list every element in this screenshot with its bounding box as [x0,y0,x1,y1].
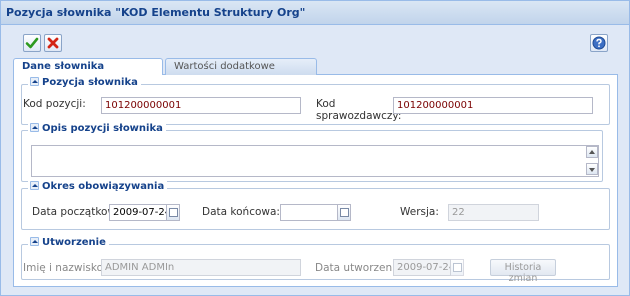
fieldset-legend-pozycja[interactable]: Pozycja słownika [28,77,141,88]
collapse-icon[interactable] [30,181,39,190]
legend-label: Opis pozycji słownika [42,123,163,134]
close-icon [47,37,59,49]
wersja-label: Wersja: [400,206,439,218]
collapse-icon[interactable] [30,77,39,86]
fieldset-legend-opis[interactable]: Opis pozycji słownika [28,123,166,134]
fieldset-legend-okres[interactable]: Okres obowiązywania [28,181,168,192]
data-koncowa-input[interactable] [280,204,338,221]
imie-nazwisko-input: ADMIN ADMIn [101,259,301,276]
opis-textarea[interactable] [31,145,599,177]
data-utworzenia-input: 2009-07-24 [393,259,451,276]
legend-label: Pozycja słownika [42,77,138,88]
kod-sprawozdawczy-label-line2: sprawozdawczy: [316,110,402,122]
scroll-up-icon[interactable] [586,146,598,158]
tab-panel: Pozycja słownika Kod pozycji: 1012000000… [13,75,618,287]
kod-pozycji-input[interactable]: 101200000001 [101,97,301,114]
scroll-down-icon[interactable] [586,163,598,175]
dialog-window: Pozycja słownika "KOD Elementu Struktury… [0,0,630,296]
tab-strip: Dane słownika Wartości dodatkowe [13,58,618,76]
calendar-icon[interactable] [338,204,351,221]
collapse-icon[interactable] [30,123,39,132]
cancel-button[interactable] [44,34,62,52]
kod-pozycji-label: Kod pozycji: [23,98,86,110]
legend-label: Okres obowiązywania [42,181,165,192]
tab-dane-slownika[interactable]: Dane słownika [13,58,163,76]
accept-button[interactable] [23,34,41,52]
collapse-icon[interactable] [30,237,39,246]
kod-sprawozdawczy-label-line1: Kod [316,98,336,110]
wersja-input: 22 [448,204,539,221]
checkmark-icon [25,37,39,49]
data-poczatkowa-input[interactable]: 2009-07-24 [109,204,167,221]
calendar-icon[interactable] [167,204,180,221]
kod-sprawozdawczy-input[interactable]: 101200000001 [393,97,593,114]
historia-zmian-button[interactable]: Historia zmian [490,259,556,284]
imie-nazwisko-label: Imię i nazwisko: [23,262,107,274]
legend-label: Utworzenie [42,237,106,248]
data-koncowa-label: Data końcowa: [202,206,280,218]
window-title: Pozycja słownika "KOD Elementu Struktury… [1,1,629,25]
calendar-icon [451,259,464,276]
tab-wartosci-dodatkowe[interactable]: Wartości dodatkowe [165,58,317,75]
fieldset-legend-utworzenie[interactable]: Utworzenie [28,237,109,248]
help-button[interactable] [590,34,608,52]
data-utworzenia-label: Data utworzenia: [315,262,406,274]
help-icon [592,36,606,50]
